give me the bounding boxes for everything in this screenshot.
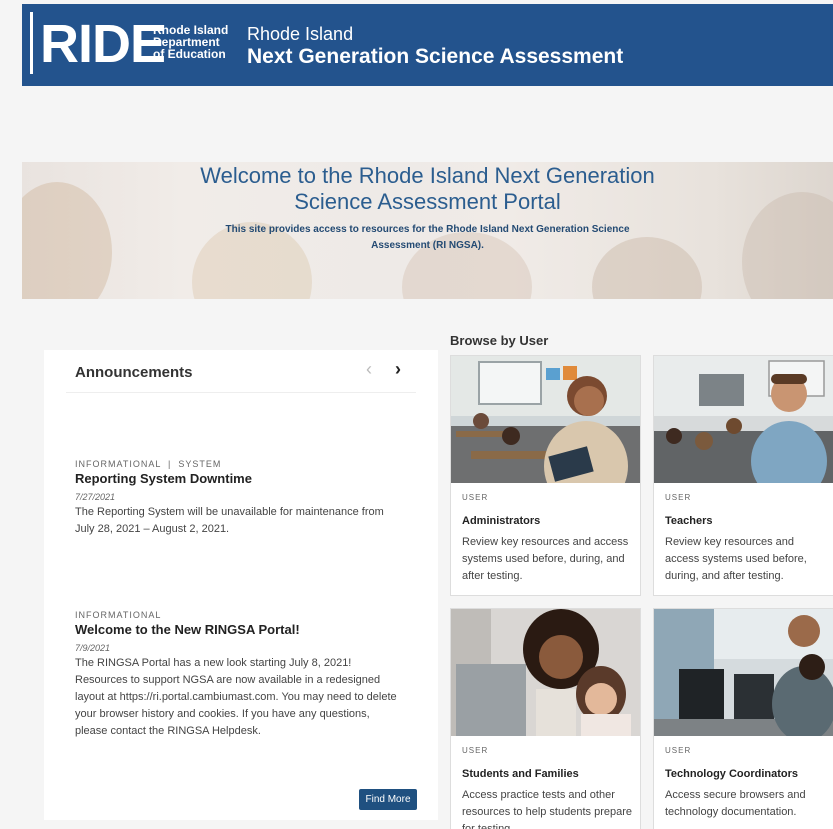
card-title: Technology Coordinators [665, 768, 799, 780]
students-families-photo [451, 609, 640, 736]
hero-banner: Welcome to the Rhode Island Next Generat… [22, 162, 833, 299]
card-caption: USER [462, 493, 489, 502]
user-card-administrators[interactable]: USER Administrators Review key resources… [450, 355, 641, 596]
announcement-tag: INFORMATIONAL | SYSTEM [75, 459, 222, 469]
hero-title: Welcome to the Rhode Island Next Generat… [22, 163, 833, 215]
teachers-photo [654, 356, 833, 483]
hero-description: This site provides access to resources f… [22, 222, 833, 254]
card-description: Access secure browsers and technology do… [665, 789, 806, 818]
user-card-technology-coordinators[interactable]: USER Technology Coordinators Access secu… [653, 608, 833, 829]
card-caption: USER [462, 746, 489, 755]
announcement-body: The Reporting System will be unavailable… [75, 506, 384, 535]
header-title: Next Generation Science Assessment [247, 45, 624, 68]
administrators-photo [451, 356, 640, 483]
hero-title-line-1: Welcome to the Rhode Island Next Generat… [200, 163, 655, 188]
ride-logo[interactable]: RIDE [40, 8, 166, 80]
announcement-title[interactable]: Welcome to the New RINGSA Portal! [75, 622, 405, 638]
card-description: Review key resources and access systems … [665, 536, 807, 582]
divider [66, 392, 416, 393]
card-title: Administrators [462, 515, 541, 527]
site-header: RIDE Rhode Island Department of Educatio… [22, 4, 833, 86]
chevron-left-icon[interactable]: ‹ [366, 359, 372, 380]
user-card-teachers[interactable]: USER Teachers Review key resources and a… [653, 355, 833, 596]
announcement-body: The RINGSA Portal has a new look startin… [75, 657, 397, 737]
find-more-button[interactable]: Find More [359, 789, 417, 810]
card-description: Review key resources and access systems … [462, 536, 629, 582]
logo-dept-line-3: of Education [153, 47, 226, 61]
hero-desc-line-1: This site provides access to resources f… [225, 224, 630, 235]
card-caption: USER [665, 493, 692, 502]
hero-desc-line-2: Assessment (RI NGSA). [371, 240, 484, 251]
announcement-title[interactable]: Reporting System Downtime [75, 471, 405, 487]
technology-coordinators-photo [654, 609, 833, 736]
card-title: Teachers [665, 515, 713, 527]
announcement-item: INFORMATIONAL Welcome to the New RINGSA … [75, 609, 405, 740]
announcements-heading: Announcements [75, 364, 193, 381]
browse-by-user-heading: Browse by User [450, 333, 549, 348]
announcement-item: INFORMATIONAL | SYSTEM Reporting System … [75, 458, 405, 538]
card-description: Access practice tests and other resource… [462, 789, 632, 829]
announcements-panel: Announcements ‹ › INFORMATIONAL | SYSTEM… [44, 350, 438, 820]
announcement-date: 7/9/2021 [75, 643, 111, 653]
announcement-date: 7/27/2021 [75, 492, 116, 502]
logo-department-text: Rhode Island Department of Education [153, 24, 228, 60]
hero-title-line-2: Science Assessment Portal [294, 189, 561, 214]
logo-divider [30, 12, 33, 74]
hero-text: Welcome to the Rhode Island Next Generat… [22, 162, 833, 254]
card-title: Students and Families [462, 768, 579, 780]
announcement-tag: INFORMATIONAL [75, 610, 162, 620]
chevron-right-icon[interactable]: › [395, 359, 401, 380]
user-card-students-families[interactable]: USER Students and Families Access practi… [450, 608, 641, 829]
card-caption: USER [665, 746, 692, 755]
header-subtitle: Rhode Island [247, 24, 354, 44]
